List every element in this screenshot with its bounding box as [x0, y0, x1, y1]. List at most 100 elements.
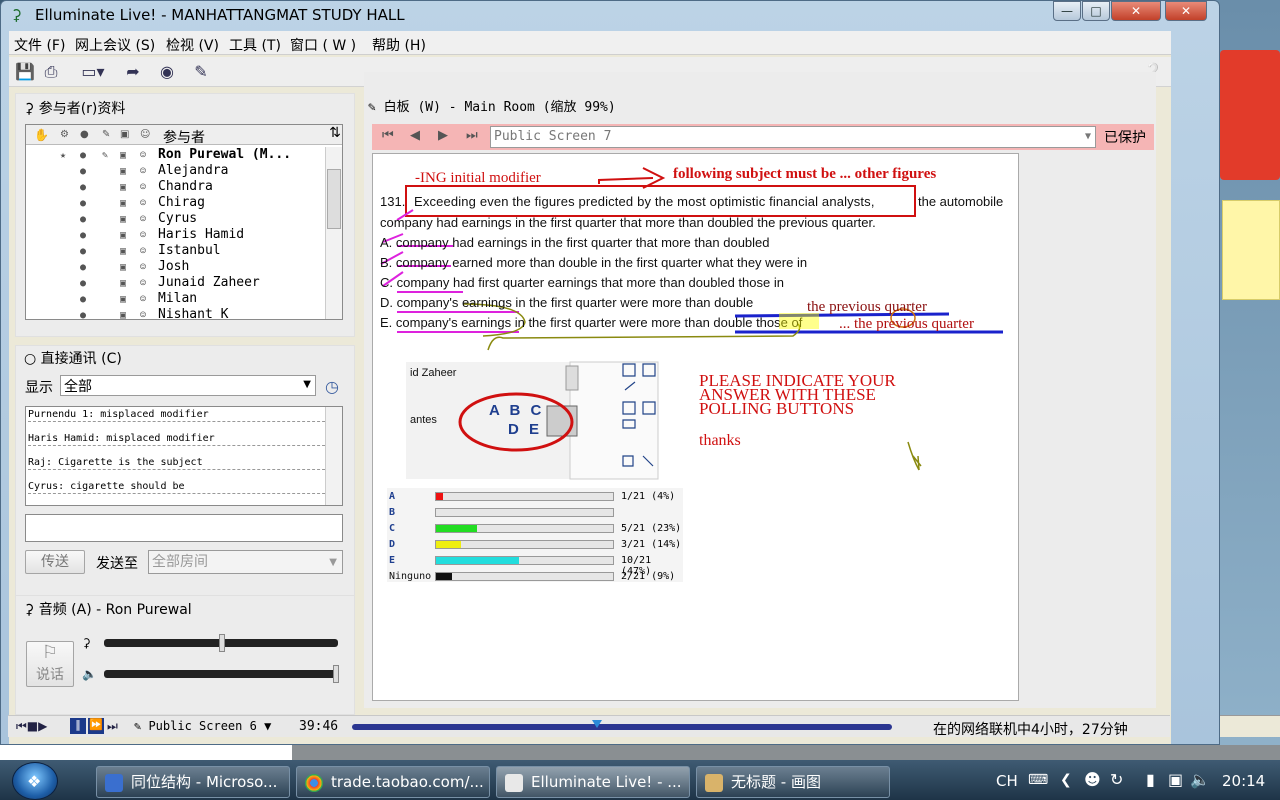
participant-row[interactable]: ● ▣ ☺ Cyrus — [26, 211, 326, 227]
clock-icon[interactable]: ◷ — [325, 377, 339, 396]
keyboard-icon[interactable]: ⌨ — [1028, 772, 1048, 788]
screen-icon: ▣ — [120, 246, 127, 257]
print-icon[interactable]: ⎙ — [39, 60, 63, 84]
participant-row[interactable]: ● ▣ ☺ Chirag — [26, 195, 326, 211]
annotation-please-3: POLLING BUTTONS — [699, 399, 855, 418]
user-icon: ☺ — [140, 214, 147, 225]
chat-filter-select[interactable]: 全部 ▼ — [60, 375, 316, 396]
screen-icon: ▣ — [120, 214, 127, 225]
chat-input[interactable] — [25, 514, 343, 542]
participant-row[interactable]: ● ▣ ☺ Junaid Zaheer — [26, 275, 326, 291]
close-button-secondary[interactable]: ✕ — [1165, 1, 1207, 21]
participant-row[interactable]: ● ▣ ☺ Chandra — [26, 179, 326, 195]
screen-nav-bar: ⏮ ◀ ▶ ⏭ Public Screen 7 ▼ 已保护 — [372, 124, 1154, 150]
participant-row[interactable]: ● ▣ ☺ Josh — [26, 259, 326, 275]
pause-icon[interactable]: ‖ — [70, 718, 86, 734]
whiteboard-header: ✎ 白板 (W) - Main Room (缩放 99%) — [368, 100, 616, 115]
clock[interactable]: 20:14 — [1222, 772, 1265, 790]
speaker-volume-thumb[interactable] — [333, 665, 339, 683]
poll-results: A 1/21 (4%) B C 5/21 (23%) D 3/21 (14%) E 10/21 … — [387, 488, 683, 582]
chat-scrollbar[interactable] — [325, 407, 342, 505]
volume-icon[interactable]: 🔈 — [1190, 770, 1210, 789]
screen-icon: ▣ — [120, 230, 127, 241]
mic-volume-thumb[interactable] — [219, 634, 225, 652]
menu-window[interactable]: 窗口 ( W ) — [290, 35, 356, 55]
last-screen-icon[interactable]: ⏭ — [466, 128, 478, 143]
skip-end-icon[interactable]: ⏭ — [107, 719, 118, 734]
speaker-volume-slider[interactable] — [104, 665, 339, 683]
chat-message: Raj: Cigarette is the subject — [28, 457, 340, 470]
start-button[interactable]: ❖ — [12, 762, 58, 800]
poll-label: A — [389, 491, 396, 502]
close-button[interactable]: ✕ — [1111, 1, 1161, 21]
webcam-icon[interactable]: ◉ — [155, 60, 179, 84]
battery-icon[interactable]: ▮ — [1146, 770, 1155, 789]
language-indicator[interactable]: CH — [996, 772, 1018, 790]
maximize-button[interactable]: □ — [1082, 1, 1110, 21]
screen-icon: ▣ — [120, 182, 127, 193]
participant-row[interactable]: ● ▣ ☺ Milan — [26, 291, 326, 307]
chat-status-icon: ● — [80, 198, 87, 209]
participants-scroll-thumb[interactable] — [327, 169, 341, 229]
embedded-name-antes: antes — [410, 414, 437, 426]
first-screen-icon[interactable]: ⏮ — [382, 128, 394, 143]
send-button[interactable]: 传送 — [25, 550, 85, 574]
layout-dropdown-icon[interactable]: ▭▾ — [73, 60, 113, 84]
participant-name: Josh — [158, 259, 190, 274]
tray-expand-icon[interactable]: ❮ — [1060, 772, 1072, 788]
poll-bar-fill — [436, 525, 477, 532]
screen-icon: ▣ — [120, 198, 127, 209]
participants-scrollbar[interactable] — [325, 147, 342, 319]
mic-volume-slider[interactable] — [104, 634, 338, 652]
screen-select[interactable]: Public Screen 7 ▼ — [490, 126, 1096, 148]
timeline-thumb[interactable] — [592, 720, 602, 728]
chat-header: ○ 直接通讯 (C) — [24, 351, 122, 367]
choice-a: A. company had earnings in the first qua… — [380, 235, 770, 250]
windows-logo-icon: ❖ — [27, 772, 42, 791]
sync-icon[interactable]: ↻ — [1110, 770, 1123, 789]
user-icon: ☺ — [140, 246, 147, 257]
user-icon: ☺ — [140, 150, 147, 161]
menu-view[interactable]: 检视 (V) — [166, 35, 219, 55]
menu-bar: 文件 (F) 网上会议 (S) 检视 (V) 工具 (T) 窗口 ( W ) 帮… — [9, 31, 1171, 55]
fast-forward-icon[interactable]: ⏩ — [88, 718, 104, 734]
participant-row[interactable]: ● ▣ ☺ Alejandra — [26, 163, 326, 179]
menu-help[interactable]: 帮助 (H) — [372, 35, 426, 55]
chat-history[interactable]: Purnendu 1: misplaced modifier Haris Hami… — [25, 406, 343, 506]
whiteboard-canvas[interactable]: -ING initial modifier following subject … — [372, 153, 1019, 701]
send-to-select[interactable]: 全部房间 ▼ — [148, 550, 343, 574]
task-browser[interactable]: trade.taobao.com/... — [296, 766, 490, 798]
sort-icon[interactable]: ⇅ — [326, 125, 342, 145]
notes-icon[interactable]: ✎ — [189, 60, 213, 84]
task-elluminate[interactable]: Elluminate Live! - ... — [496, 766, 690, 798]
playback-controls-icon[interactable]: ⏮■▶ — [16, 719, 47, 734]
save-icon[interactable]: 💾 — [13, 60, 37, 84]
pencil-icon: ✎ — [134, 719, 149, 733]
participants-list[interactable]: ✋ ⚙ ● ✎ ▣ ☺ 参与者 ⇅ ★ ● ▣ ☺ ✎ Ron Purewal (M...… — [25, 124, 343, 320]
network-icon[interactable]: ▣ — [1168, 770, 1183, 789]
task-word[interactable]: 同位结构 - Microso... — [96, 766, 290, 798]
next-screen-icon[interactable]: ▶ — [438, 128, 448, 143]
task-paint[interactable]: 无标题 - 画图 — [696, 766, 890, 798]
menu-tools[interactable]: 工具 (T) — [229, 35, 281, 55]
menu-file[interactable]: 文件 (F) — [14, 35, 65, 55]
chat-status-icon: ● — [80, 166, 87, 177]
participant-row[interactable]: ● ▣ ☺ Nishant K — [26, 307, 326, 319]
minimize-button[interactable]: — — [1053, 1, 1081, 21]
chat-bubble-icon: ○ — [24, 351, 41, 367]
participant-row[interactable]: ★ ● ▣ ☺ ✎ Ron Purewal (M... — [26, 147, 326, 163]
participant-row[interactable]: ● ▣ ☺ Haris Hamid — [26, 227, 326, 243]
user-icon: ☺ — [140, 294, 147, 305]
participant-row[interactable]: ● ▣ ☺ Istanbul — [26, 243, 326, 259]
participant-name: Cyrus — [158, 211, 198, 226]
qq-icon[interactable]: ☻ — [1084, 770, 1101, 789]
timeline-slider[interactable] — [352, 720, 892, 730]
menu-session[interactable]: 网上会议 (S) — [75, 35, 155, 55]
talk-button[interactable]: ⚐ 说话 — [26, 641, 74, 687]
poll-bar-track — [435, 508, 614, 517]
prev-screen-icon[interactable]: ◀ — [410, 128, 420, 143]
pen-icon: ✎ — [102, 129, 111, 140]
share-icon[interactable]: ➦ — [121, 60, 145, 84]
status-screen[interactable]: ✎ Public Screen 6 ▼ — [134, 719, 271, 733]
title-bar[interactable]: ⚳ Elluminate Live! - MANHATTANGMAT STUDY… — [1, 1, 1219, 29]
